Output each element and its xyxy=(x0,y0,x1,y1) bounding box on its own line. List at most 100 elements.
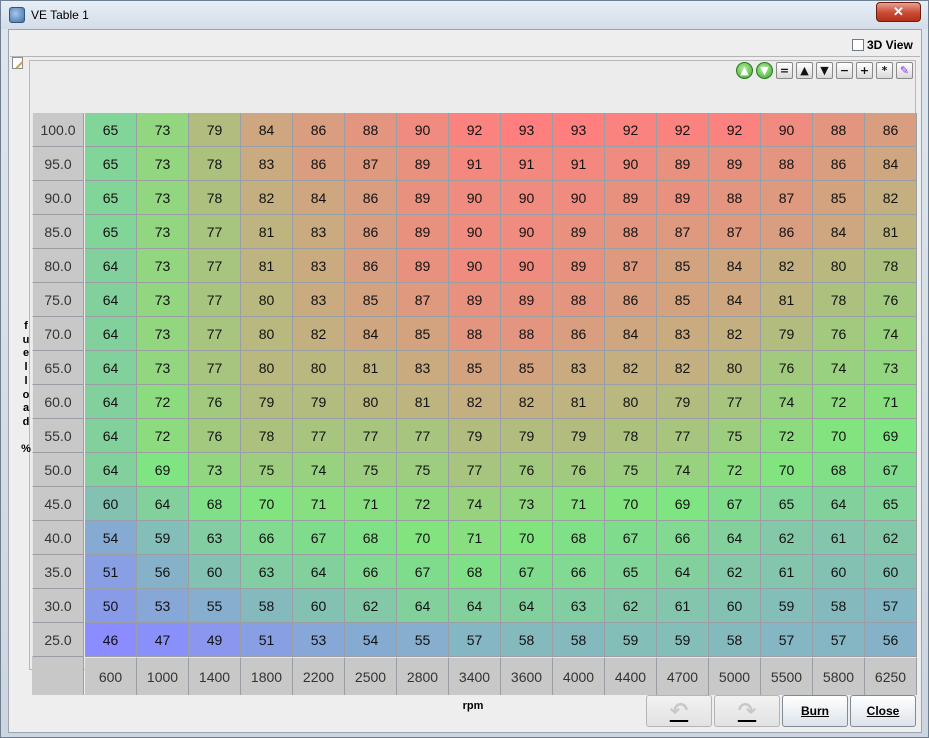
ve-cell[interactable]: 82 xyxy=(605,351,657,385)
plus-icon[interactable]: + xyxy=(856,62,873,79)
ve-cell[interactable]: 82 xyxy=(501,385,553,419)
rpm-bin-cell[interactable]: 1400 xyxy=(189,657,241,695)
ve-cell[interactable]: 76 xyxy=(189,385,241,419)
ve-cell[interactable]: 64 xyxy=(85,351,137,385)
ve-cell[interactable]: 79 xyxy=(501,419,553,453)
rpm-bin-cell[interactable]: 6250 xyxy=(865,657,917,695)
ve-cell[interactable]: 58 xyxy=(501,623,553,657)
ve-cell[interactable]: 81 xyxy=(397,385,449,419)
ve-cell[interactable]: 86 xyxy=(345,215,397,249)
ve-cell[interactable]: 64 xyxy=(85,453,137,487)
ve-cell[interactable]: 73 xyxy=(137,317,189,351)
load-bin-cell[interactable]: 95.0 xyxy=(32,147,84,181)
load-bin-cell[interactable]: 45.0 xyxy=(32,487,84,521)
ve-cell[interactable]: 89 xyxy=(397,215,449,249)
ve-cell[interactable]: 79 xyxy=(761,317,813,351)
rpm-bin-cell[interactable]: 1800 xyxy=(241,657,293,695)
ve-cell[interactable]: 70 xyxy=(241,487,293,521)
ve-cell[interactable]: 62 xyxy=(605,589,657,623)
ve-cell[interactable]: 77 xyxy=(449,453,501,487)
ve-cell[interactable]: 90 xyxy=(449,215,501,249)
ve-cell[interactable]: 84 xyxy=(293,181,345,215)
ve-cell[interactable]: 59 xyxy=(605,623,657,657)
ve-cell[interactable]: 64 xyxy=(85,283,137,317)
ve-cell[interactable]: 73 xyxy=(137,351,189,385)
ve-cell[interactable]: 87 xyxy=(657,215,709,249)
arrow-up-circle-icon[interactable]: ▲ xyxy=(736,62,753,79)
ve-cell[interactable]: 53 xyxy=(137,589,189,623)
ve-cell[interactable]: 88 xyxy=(709,181,761,215)
ve-cell[interactable]: 89 xyxy=(553,215,605,249)
ve-cell[interactable]: 73 xyxy=(137,113,189,147)
ve-cell[interactable]: 87 xyxy=(605,249,657,283)
ve-cell[interactable]: 89 xyxy=(553,249,605,283)
ve-cell[interactable]: 84 xyxy=(345,317,397,351)
ve-cell[interactable]: 86 xyxy=(865,113,917,147)
load-bin-cell[interactable]: 75.0 xyxy=(32,283,84,317)
ve-cell[interactable]: 51 xyxy=(241,623,293,657)
ve-cell[interactable]: 89 xyxy=(397,249,449,283)
ve-cell[interactable]: 59 xyxy=(657,623,709,657)
ve-cell[interactable]: 89 xyxy=(709,147,761,181)
ve-cell[interactable]: 92 xyxy=(449,113,501,147)
ve-cell[interactable]: 73 xyxy=(189,453,241,487)
ve-cell[interactable]: 84 xyxy=(709,283,761,317)
arrow-down-circle-icon[interactable]: ▼ xyxy=(756,62,773,79)
ve-cell[interactable]: 85 xyxy=(449,351,501,385)
ve-cell[interactable]: 66 xyxy=(553,555,605,589)
ve-cell[interactable]: 82 xyxy=(241,181,293,215)
ve-cell[interactable]: 68 xyxy=(345,521,397,555)
ve-cell[interactable]: 83 xyxy=(553,351,605,385)
ve-cell[interactable]: 77 xyxy=(657,419,709,453)
ve-cell[interactable]: 77 xyxy=(189,283,241,317)
rpm-bin-cell[interactable]: 600 xyxy=(85,657,137,695)
rpm-bin-cell[interactable]: 5500 xyxy=(761,657,813,695)
ve-cell[interactable]: 80 xyxy=(241,351,293,385)
rpm-bin-cell[interactable]: 5800 xyxy=(813,657,865,695)
ve-cell[interactable]: 89 xyxy=(397,181,449,215)
multiply-icon[interactable]: * xyxy=(876,62,893,79)
burn-button[interactable]: Burn xyxy=(782,695,848,727)
ve-cell[interactable]: 74 xyxy=(449,487,501,521)
ve-cell[interactable]: 78 xyxy=(813,283,865,317)
ve-cell[interactable]: 71 xyxy=(345,487,397,521)
ve-cell[interactable]: 64 xyxy=(293,555,345,589)
ve-cell[interactable]: 77 xyxy=(709,385,761,419)
ve-cell[interactable]: 78 xyxy=(189,147,241,181)
ve-cell[interactable]: 46 xyxy=(85,623,137,657)
ve-cell[interactable]: 80 xyxy=(813,249,865,283)
ve-cell[interactable]: 89 xyxy=(449,283,501,317)
ve-cell[interactable]: 82 xyxy=(293,317,345,351)
ve-cell[interactable]: 89 xyxy=(657,181,709,215)
rpm-bin-cell[interactable]: 2800 xyxy=(397,657,449,695)
ve-cell[interactable]: 58 xyxy=(709,623,761,657)
ve-cell[interactable]: 77 xyxy=(189,351,241,385)
ve-cell[interactable]: 88 xyxy=(813,113,865,147)
ve-cell[interactable]: 81 xyxy=(241,249,293,283)
ve-cell[interactable]: 71 xyxy=(553,487,605,521)
ve-cell[interactable]: 79 xyxy=(189,113,241,147)
ve-cell[interactable]: 56 xyxy=(137,555,189,589)
ve-cell[interactable]: 70 xyxy=(501,521,553,555)
ve-cell[interactable]: 83 xyxy=(293,283,345,317)
ve-cell[interactable]: 92 xyxy=(657,113,709,147)
ve-cell[interactable]: 70 xyxy=(605,487,657,521)
load-bin-cell[interactable]: 50.0 xyxy=(32,453,84,487)
equals-icon[interactable]: = xyxy=(776,62,793,79)
ve-cell[interactable]: 82 xyxy=(761,249,813,283)
ve-cell[interactable]: 66 xyxy=(345,555,397,589)
rpm-bin-cell[interactable]: 3400 xyxy=(449,657,501,695)
ve-cell[interactable]: 80 xyxy=(241,317,293,351)
ve-cell[interactable]: 59 xyxy=(137,521,189,555)
load-bin-cell[interactable]: 80.0 xyxy=(32,249,84,283)
ve-cell[interactable]: 82 xyxy=(657,351,709,385)
ve-cell[interactable]: 78 xyxy=(241,419,293,453)
load-bin-cell[interactable]: 35.0 xyxy=(32,555,84,589)
ve-cell[interactable]: 58 xyxy=(241,589,293,623)
ve-cell[interactable]: 79 xyxy=(657,385,709,419)
ve-cell[interactable]: 60 xyxy=(189,555,241,589)
ve-cell[interactable]: 59 xyxy=(761,589,813,623)
ve-cell[interactable]: 65 xyxy=(85,147,137,181)
ve-cell[interactable]: 72 xyxy=(137,385,189,419)
close-button[interactable]: Close xyxy=(850,695,916,727)
